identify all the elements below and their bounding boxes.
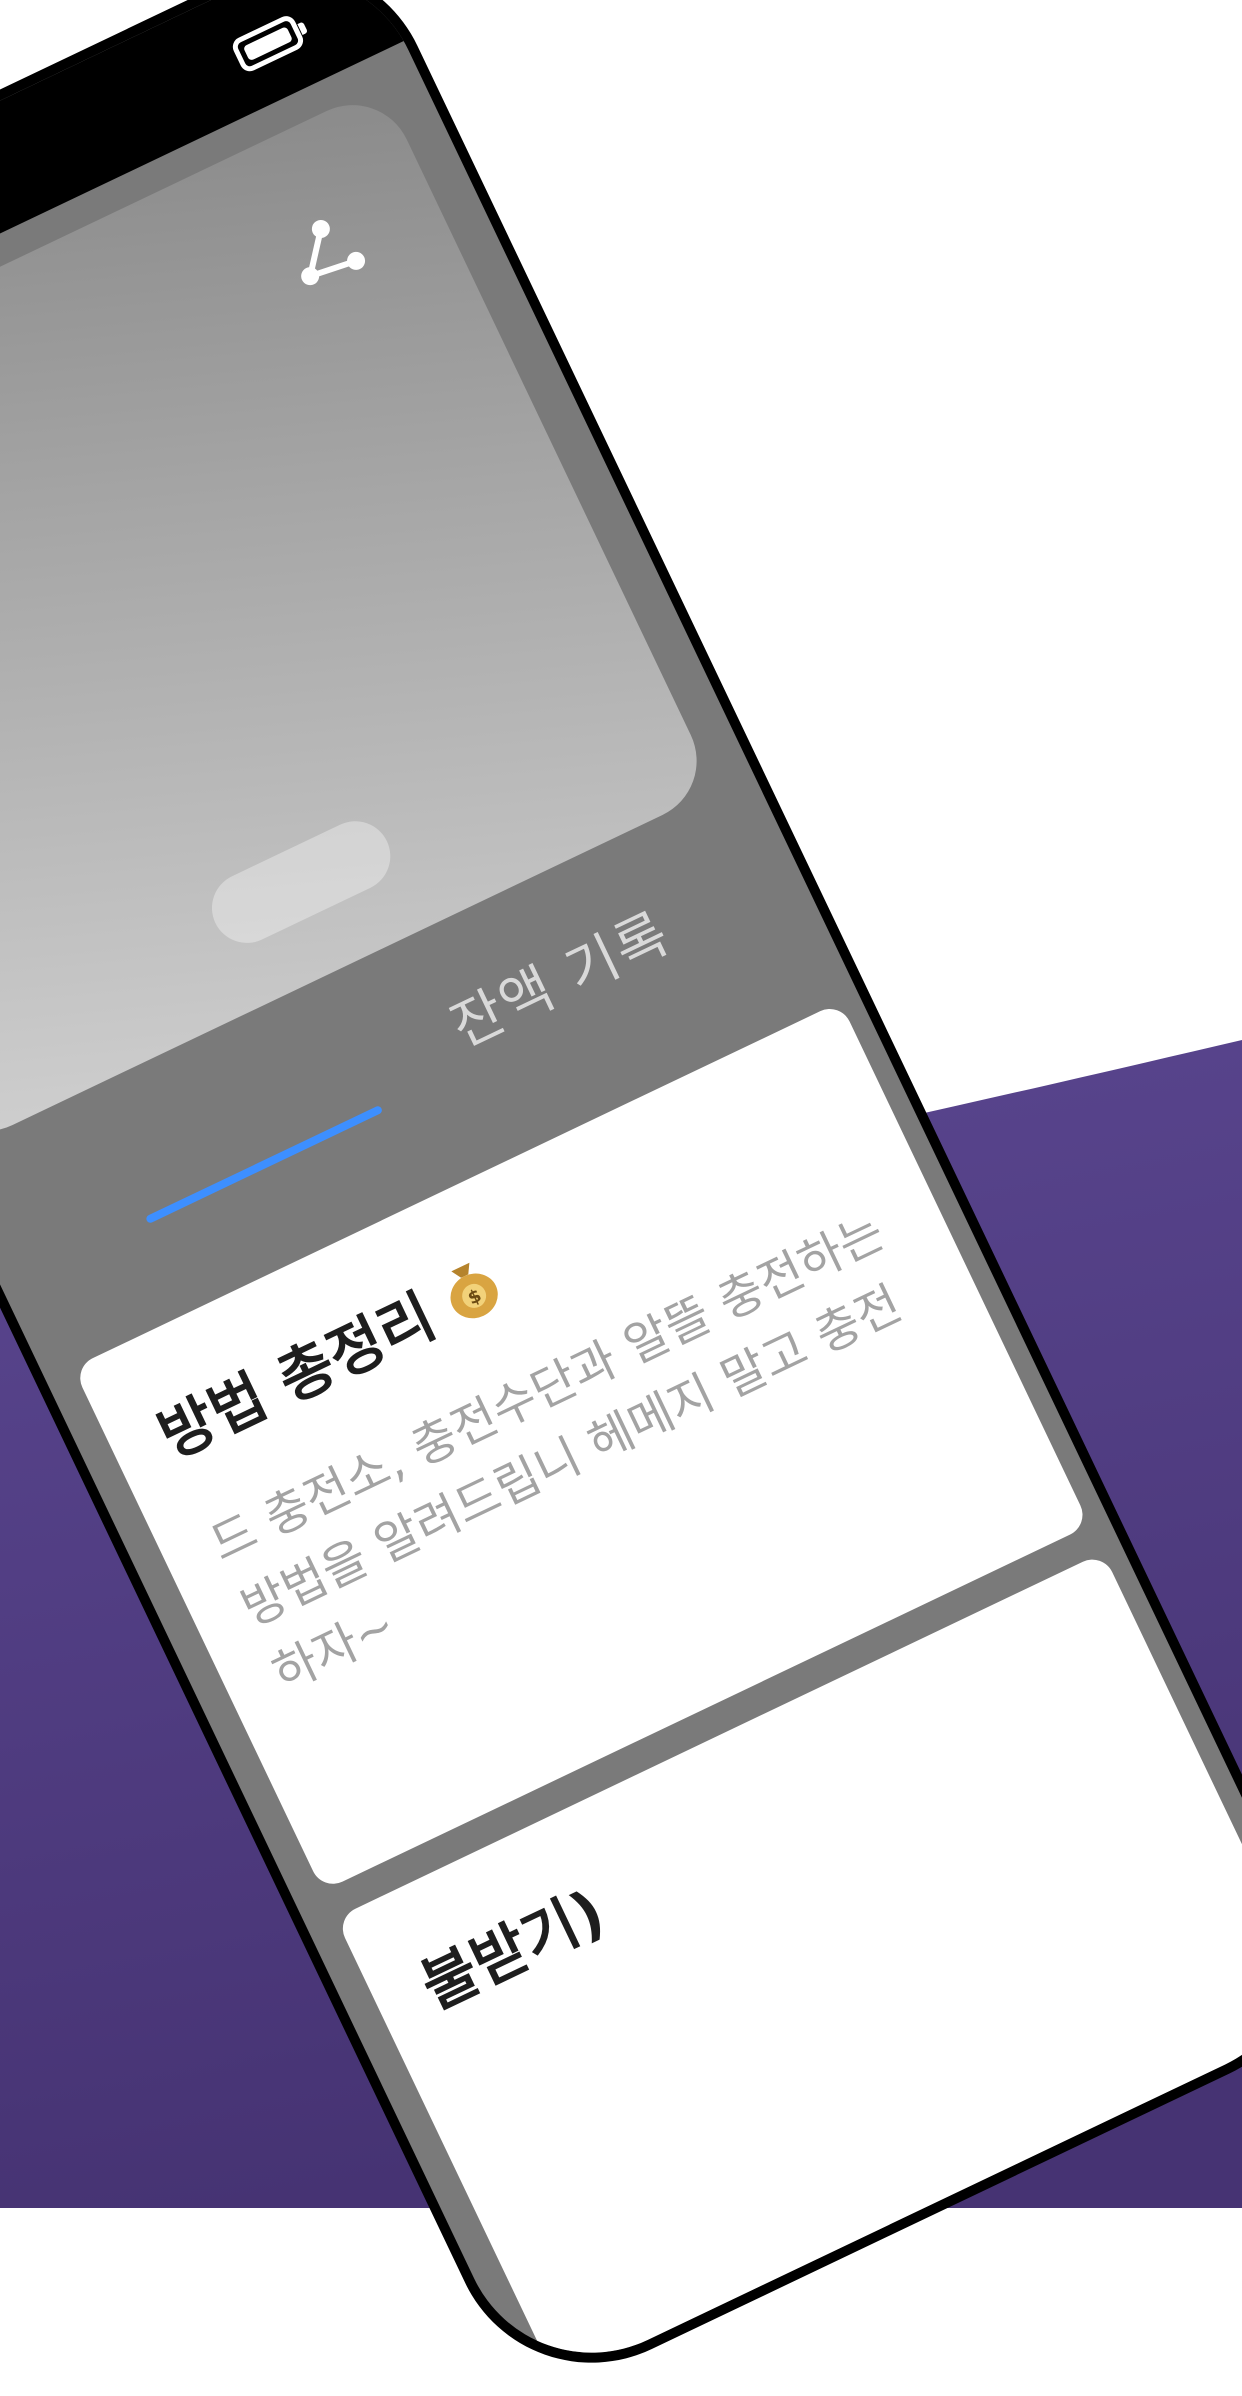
battery-icon [229,12,307,75]
post-title-text: 불받기) [410,1876,616,2024]
tab-balance-history[interactable]: 잔액 기록 [436,889,682,1063]
money-bag-icon: $ [428,1246,513,1331]
battery-level [242,26,294,62]
tab-active-indicator [145,1104,384,1225]
card-pill-button[interactable] [200,809,402,955]
share-icon[interactable] [275,201,382,308]
